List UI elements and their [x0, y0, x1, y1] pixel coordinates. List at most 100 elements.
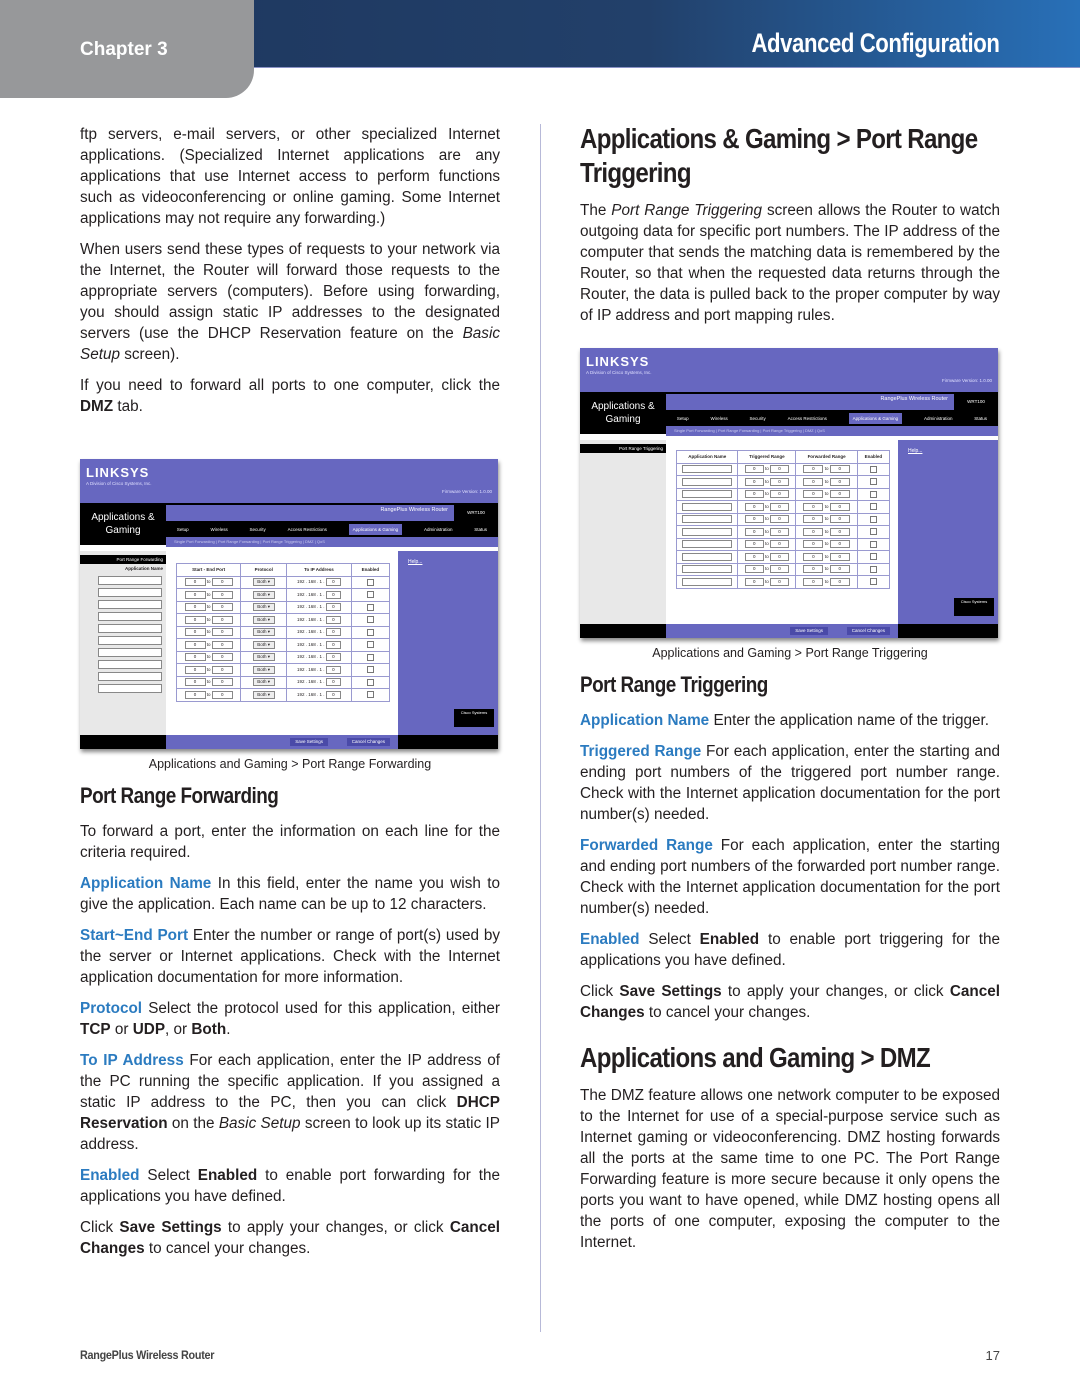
- nav-setup[interactable]: Setup: [177, 527, 189, 532]
- forward-start-input[interactable]: 0: [803, 477, 824, 486]
- nav-administration[interactable]: Administration: [424, 527, 453, 532]
- end-port-input[interactable]: 0: [211, 690, 233, 699]
- protocol-select[interactable]: Both ▾: [252, 640, 275, 649]
- trigger-start-input[interactable]: 0: [744, 565, 764, 574]
- start-port-input[interactable]: 0: [184, 690, 206, 699]
- end-port-input[interactable]: 0: [211, 628, 233, 637]
- protocol-select[interactable]: Both ▾: [252, 628, 275, 637]
- nav-applications-gaming[interactable]: Applications & Gaming: [348, 523, 403, 535]
- enabled-checkbox[interactable]: [869, 553, 877, 561]
- enabled-checkbox[interactable]: [366, 616, 374, 624]
- application-name-input[interactable]: [682, 565, 733, 574]
- enabled-checkbox[interactable]: [869, 540, 877, 548]
- forward-end-input[interactable]: 0: [829, 515, 850, 524]
- trigger-end-input[interactable]: 0: [770, 565, 789, 574]
- trigger-end-input[interactable]: 0: [770, 540, 789, 549]
- forward-start-input[interactable]: 0: [803, 465, 824, 474]
- start-port-input[interactable]: 0: [184, 628, 206, 637]
- forward-start-input[interactable]: 0: [803, 502, 824, 511]
- start-port-input[interactable]: 0: [184, 590, 206, 599]
- router-subnav[interactable]: Single Port Forwarding | Port Range Forw…: [166, 537, 498, 547]
- application-name-input[interactable]: [682, 465, 733, 474]
- end-port-input[interactable]: 0: [211, 653, 233, 662]
- trigger-end-input[interactable]: 0: [770, 527, 789, 536]
- end-port-input[interactable]: 0: [211, 590, 233, 599]
- router-subnav[interactable]: Single Port Forwarding | Port Range Forw…: [666, 426, 998, 436]
- application-name-input[interactable]: [682, 502, 733, 511]
- nav-security[interactable]: Security: [250, 527, 266, 532]
- enabled-checkbox[interactable]: [366, 591, 374, 599]
- end-port-input[interactable]: 0: [211, 640, 233, 649]
- end-port-input[interactable]: 0: [211, 678, 233, 687]
- application-name-input[interactable]: [98, 600, 162, 609]
- save-settings-button[interactable]: Save Settings: [790, 627, 828, 635]
- start-port-input[interactable]: 0: [184, 640, 206, 649]
- ip-last-octet-input[interactable]: 0: [325, 578, 341, 587]
- trigger-end-input[interactable]: 0: [770, 465, 789, 474]
- protocol-select[interactable]: Both ▾: [252, 678, 275, 687]
- forward-end-input[interactable]: 0: [829, 565, 850, 574]
- application-name-input[interactable]: [98, 660, 162, 669]
- nav-administration[interactable]: Administration: [924, 416, 953, 421]
- nav-access-restrictions[interactable]: Access Restrictions: [788, 416, 827, 421]
- enabled-checkbox[interactable]: [366, 603, 374, 611]
- trigger-start-input[interactable]: 0: [744, 515, 764, 524]
- ip-last-octet-input[interactable]: 0: [325, 603, 341, 612]
- trigger-start-input[interactable]: 0: [744, 502, 764, 511]
- application-name-input[interactable]: [98, 612, 162, 621]
- start-port-input[interactable]: 0: [184, 665, 206, 674]
- forward-end-input[interactable]: 0: [829, 465, 850, 474]
- nav-setup[interactable]: Setup: [677, 416, 689, 421]
- end-port-input[interactable]: 0: [211, 615, 233, 624]
- application-name-input[interactable]: [682, 577, 733, 586]
- enabled-checkbox[interactable]: [869, 465, 877, 473]
- enabled-checkbox[interactable]: [869, 503, 877, 511]
- application-name-input[interactable]: [98, 636, 162, 645]
- application-name-input[interactable]: [682, 477, 733, 486]
- forward-end-input[interactable]: 0: [829, 540, 850, 549]
- trigger-end-input[interactable]: 0: [770, 577, 789, 586]
- cancel-changes-button[interactable]: Cancel Changes: [846, 627, 890, 635]
- ip-last-octet-input[interactable]: 0: [325, 628, 341, 637]
- end-port-input[interactable]: 0: [211, 665, 233, 674]
- nav-access-restrictions[interactable]: Access Restrictions: [288, 527, 327, 532]
- enabled-checkbox[interactable]: [366, 678, 374, 686]
- trigger-end-input[interactable]: 0: [770, 477, 789, 486]
- nav-status[interactable]: Status: [974, 416, 987, 421]
- enabled-checkbox[interactable]: [869, 578, 877, 586]
- start-port-input[interactable]: 0: [184, 603, 206, 612]
- enabled-checkbox[interactable]: [366, 653, 374, 661]
- forward-end-input[interactable]: 0: [829, 477, 850, 486]
- nav-wireless[interactable]: Wireless: [710, 416, 727, 421]
- application-name-input[interactable]: [682, 490, 733, 499]
- start-port-input[interactable]: 0: [184, 578, 206, 587]
- help-link[interactable]: Help...: [408, 559, 488, 565]
- enabled-checkbox[interactable]: [869, 565, 877, 573]
- end-port-input[interactable]: 0: [211, 578, 233, 587]
- ip-last-octet-input[interactable]: 0: [325, 690, 341, 699]
- forward-end-input[interactable]: 0: [829, 502, 850, 511]
- enabled-checkbox[interactable]: [869, 490, 877, 498]
- application-name-input[interactable]: [98, 624, 162, 633]
- trigger-start-input[interactable]: 0: [744, 490, 764, 499]
- enabled-checkbox[interactable]: [869, 515, 877, 523]
- forward-start-input[interactable]: 0: [803, 515, 824, 524]
- forward-end-input[interactable]: 0: [829, 490, 850, 499]
- application-name-input[interactable]: [682, 540, 733, 549]
- forward-end-input[interactable]: 0: [829, 527, 850, 536]
- start-port-input[interactable]: 0: [184, 678, 206, 687]
- nav-security[interactable]: Security: [750, 416, 766, 421]
- trigger-start-input[interactable]: 0: [744, 527, 764, 536]
- forward-end-input[interactable]: 0: [829, 577, 850, 586]
- forward-start-input[interactable]: 0: [803, 552, 824, 561]
- application-name-input[interactable]: [98, 684, 162, 693]
- ip-last-octet-input[interactable]: 0: [325, 678, 341, 687]
- help-link[interactable]: Help...: [908, 448, 988, 454]
- trigger-start-input[interactable]: 0: [744, 477, 764, 486]
- forward-start-input[interactable]: 0: [803, 577, 824, 586]
- protocol-select[interactable]: Both ▾: [252, 690, 275, 699]
- protocol-select[interactable]: Both ▾: [252, 653, 275, 662]
- trigger-start-input[interactable]: 0: [744, 577, 764, 586]
- ip-last-octet-input[interactable]: 0: [325, 665, 341, 674]
- enabled-checkbox[interactable]: [366, 666, 374, 674]
